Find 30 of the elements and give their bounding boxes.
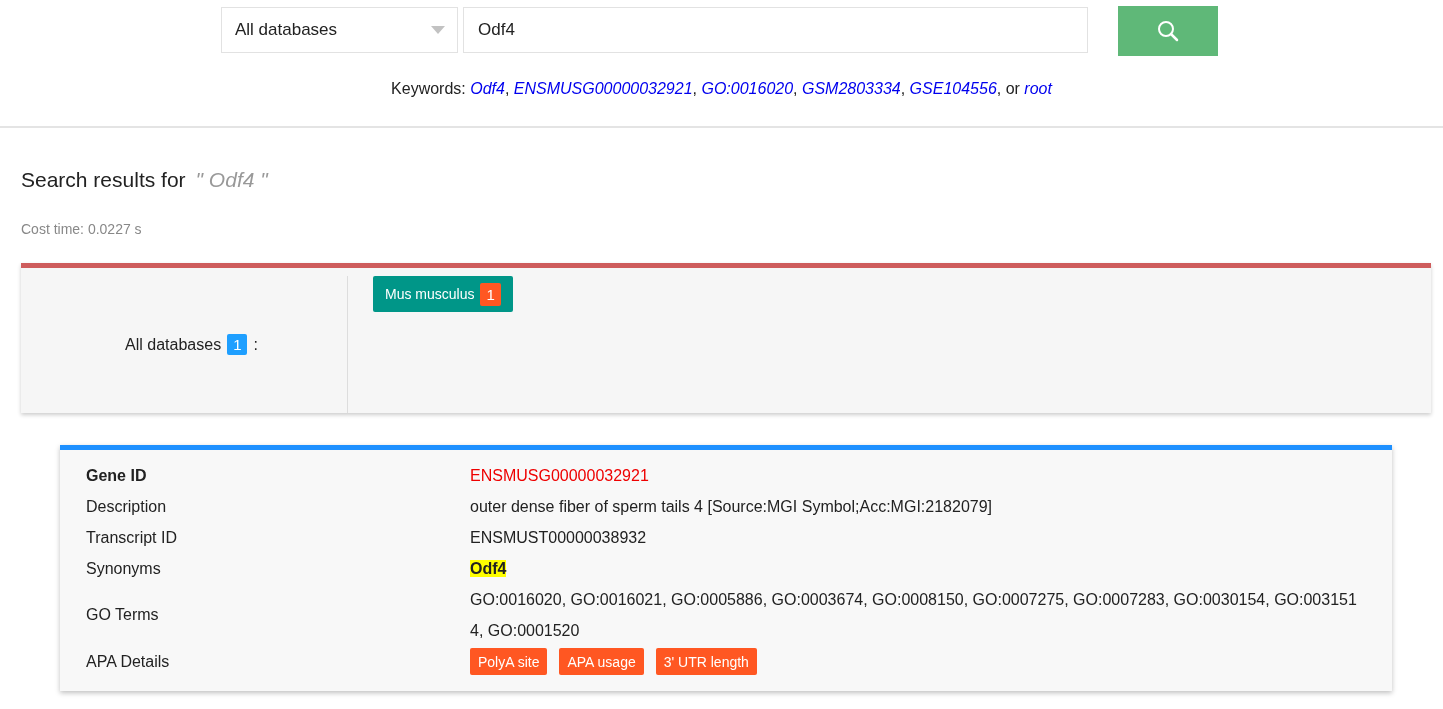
- field-value: ENSMUST00000038932: [470, 528, 648, 547]
- keyword-link[interactable]: root: [1024, 80, 1052, 97]
- database-label: All databases: [125, 335, 222, 354]
- keyword-link[interactable]: GSM2803334: [801, 80, 901, 97]
- keywords-text: Keywords: Odf4, ENSMUSG00000032921, GO:0016020, GSM2803334, GSE104556, or root: [390, 80, 1054, 98]
- go-terms-value: GO:0016020, GO:0016021, GO:0005886, GO:0003674, GO:0008150, GO:0007275, GO:0007283, GO:0030154, GO:0031514, GO:0001520: [470, 590, 1358, 641]
- keyword-link[interactable]: Odf4: [470, 80, 505, 97]
- gene-id-value: ENSMUSG00000032921: [470, 466, 650, 485]
- field-label: Transcript ID: [86, 528, 178, 547]
- field-label: Synonyms: [86, 559, 162, 578]
- caret-icon: [431, 26, 445, 34]
- field-label: APA Details: [86, 652, 171, 671]
- cost-time: Cost time: 0.0227 s: [21, 221, 143, 237]
- search-button[interactable]: [1118, 6, 1218, 56]
- species-button[interactable]: Mus musculus 1: [373, 276, 513, 312]
- results-query: " Odf4 ": [195, 168, 268, 192]
- count-badge: 1: [227, 334, 248, 355]
- keyword-link[interactable]: GO:0016020: [701, 80, 794, 97]
- database-select[interactable]: All databases: [221, 7, 458, 53]
- results-title: Search results for: [21, 168, 186, 192]
- field-value: outer dense fiber of sperm tails 4 [Source:MGI Symbol;Acc:MGI:2182079]: [470, 497, 993, 516]
- field-label: Description: [86, 497, 168, 516]
- search-icon: [1157, 20, 1179, 42]
- keyword-link[interactable]: ENSMUSG00000032921: [513, 80, 693, 97]
- colon-text: :: [253, 335, 258, 354]
- search-field[interactable]: Odf4: [463, 7, 1088, 53]
- keyword-link[interactable]: GSE104556: [909, 80, 997, 97]
- field-label: Gene ID: [86, 466, 148, 485]
- field-label: GO Terms: [86, 606, 160, 624]
- count-badge: 1: [480, 282, 501, 306]
